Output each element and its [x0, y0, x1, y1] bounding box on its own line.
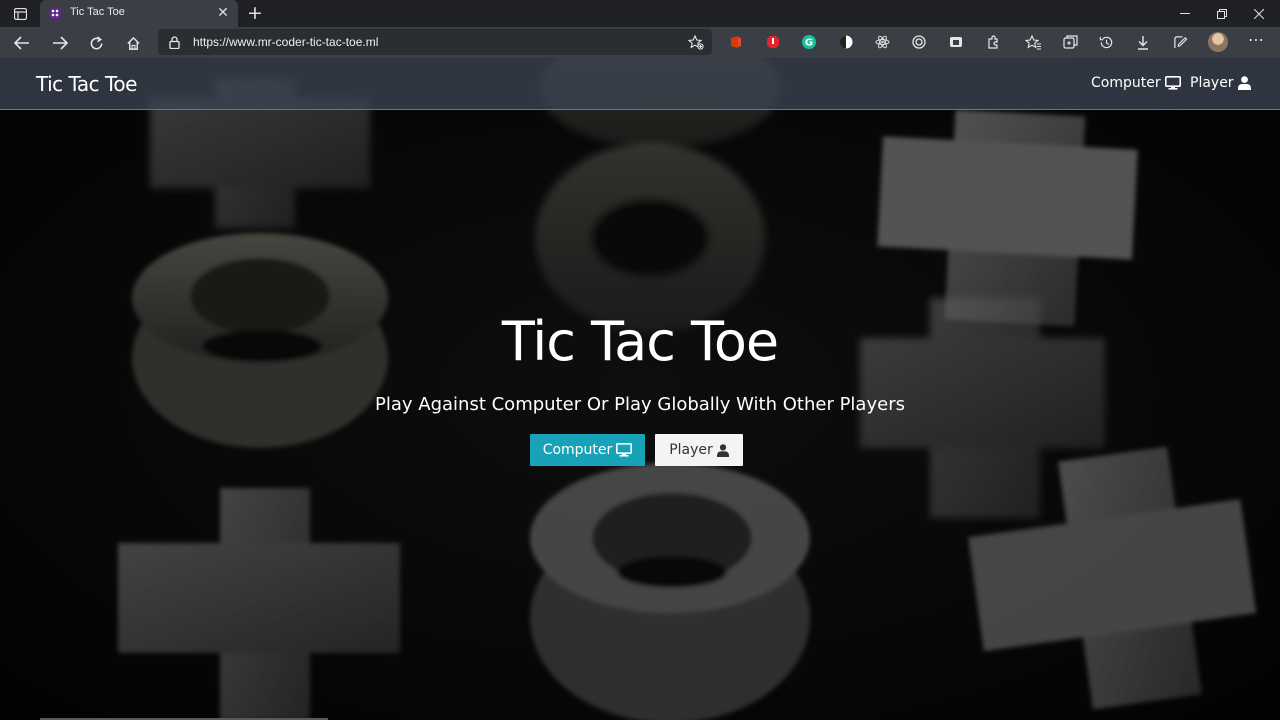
- play-player-button[interactable]: Player: [655, 434, 743, 466]
- restore-icon: [1217, 8, 1227, 19]
- forward-button[interactable]: [48, 31, 72, 55]
- address-bar[interactable]: https://www.mr-coder-tic-tac-toe.ml: [158, 29, 712, 55]
- user-icon: [716, 443, 729, 457]
- grammarly-icon[interactable]: G: [801, 34, 817, 50]
- dark-reader-icon[interactable]: [838, 34, 854, 50]
- office-icon[interactable]: [728, 34, 744, 50]
- play-computer-button[interactable]: Computer: [530, 434, 645, 466]
- collections-icon[interactable]: [1062, 34, 1078, 50]
- favorites-icon[interactable]: [1025, 34, 1041, 50]
- react-devtools-icon[interactable]: [874, 34, 890, 50]
- play-player-label: Player: [669, 442, 713, 458]
- web-capture-icon[interactable]: [1172, 34, 1188, 50]
- close-tab-icon[interactable]: ✕: [215, 5, 231, 21]
- close-window-button[interactable]: [1240, 0, 1278, 27]
- url-text: https://www.mr-coder-tic-tac-toe.ml: [193, 35, 379, 49]
- screen-record-icon[interactable]: [911, 34, 927, 50]
- extensions-icon[interactable]: [985, 34, 1001, 50]
- home-icon: [126, 36, 140, 50]
- nav-link-computer[interactable]: Computer: [1091, 75, 1181, 91]
- profile-avatar[interactable]: [1208, 32, 1228, 52]
- page-viewport: Tic Tac Toe Computer Player Tic Tac Toe …: [0, 58, 1280, 720]
- hero-subtitle: Play Against Computer Or Play Globally W…: [375, 394, 905, 415]
- tab-actions-icon: [13, 7, 27, 20]
- play-computer-label: Computer: [542, 442, 613, 458]
- minimize-icon: [1180, 12, 1190, 14]
- tab-actions-button[interactable]: [6, 3, 34, 24]
- downloads-icon[interactable]: [1135, 34, 1151, 50]
- desktop-icon: [616, 443, 633, 457]
- nav-link-player-label: Player: [1190, 75, 1234, 91]
- back-button[interactable]: [10, 31, 34, 55]
- svg-text:G: G: [805, 38, 813, 49]
- back-arrow-icon: [14, 36, 29, 50]
- home-button[interactable]: [121, 31, 145, 55]
- more-menu-icon[interactable]: ⋯: [1244, 31, 1268, 53]
- background-image: [0, 58, 1280, 720]
- minimize-button[interactable]: [1166, 0, 1204, 27]
- add-favorite-icon[interactable]: [688, 35, 704, 50]
- history-icon[interactable]: [1098, 34, 1114, 50]
- reload-button[interactable]: [84, 31, 108, 55]
- desktop-icon: [1164, 76, 1181, 90]
- browser-tab-strip: Tic Tac Toe ✕ +: [0, 0, 1280, 27]
- site-brand[interactable]: Tic Tac Toe: [36, 72, 137, 96]
- nav-link-computer-label: Computer: [1091, 75, 1161, 91]
- adblock-icon[interactable]: [765, 34, 781, 50]
- wappalyzer-icon[interactable]: [948, 34, 964, 50]
- lock-icon: [169, 36, 180, 49]
- user-icon: [1237, 76, 1251, 90]
- close-window-icon: [1254, 8, 1264, 19]
- browser-toolbar: https://www.mr-coder-tic-tac-toe.ml G ⋯: [0, 27, 1280, 58]
- hero-title: Tic Tac Toe: [501, 310, 779, 373]
- new-tab-button[interactable]: +: [245, 3, 265, 23]
- forward-arrow-icon: [53, 36, 68, 50]
- reload-icon: [90, 35, 102, 49]
- restore-button[interactable]: [1203, 0, 1241, 27]
- site-navbar: Tic Tac Toe Computer Player: [0, 58, 1280, 110]
- nav-link-player[interactable]: Player: [1190, 75, 1251, 91]
- tab-favicon-icon: [49, 7, 61, 19]
- active-tab[interactable]: Tic Tac Toe ✕: [40, 0, 238, 27]
- tab-title: Tic Tac Toe: [70, 6, 125, 18]
